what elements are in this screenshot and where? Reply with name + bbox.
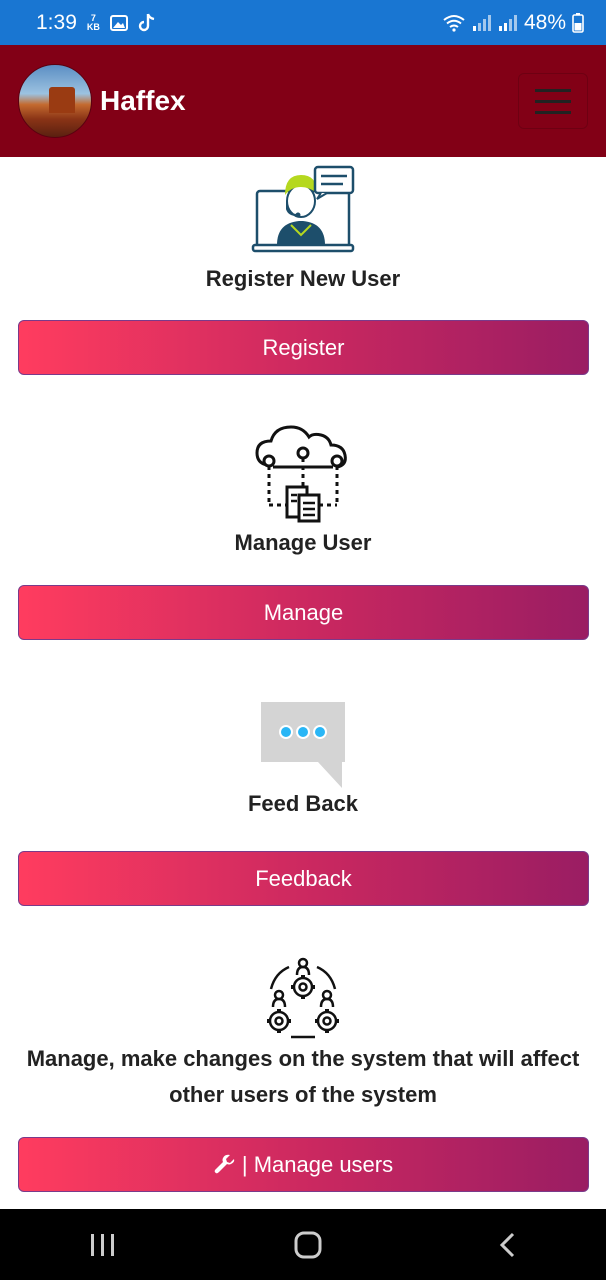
support-agent-icon [251, 165, 355, 253]
system-nav-bar [0, 1209, 606, 1280]
brand-logo[interactable] [18, 64, 92, 138]
back-icon[interactable] [498, 1231, 518, 1259]
section-title: Manage, make changes on the system that … [26, 1046, 580, 1107]
register-button[interactable]: Register [18, 320, 589, 375]
signal-icon [472, 14, 491, 31]
battery-icon [572, 12, 584, 33]
feedback-section: Feed Back [0, 700, 606, 822]
wifi-icon [443, 14, 465, 32]
home-icon[interactable] [293, 1230, 323, 1260]
signal-icon-2 [498, 14, 517, 31]
system-management-section: Manage, make changes on the system that … [0, 955, 606, 1113]
manage-button[interactable]: Manage [18, 585, 589, 640]
team-gears-icon [267, 957, 339, 1039]
section-title: Register New User [205, 266, 401, 291]
manage-users-button[interactable]: | Manage users [18, 1137, 589, 1192]
chat-bubble-icon [261, 702, 345, 788]
menu-icon-bar [535, 88, 571, 92]
menu-icon-bar [535, 99, 571, 103]
recent-apps-icon[interactable] [88, 1232, 118, 1258]
menu-icon[interactable] [518, 73, 588, 129]
wrench-icon [214, 1154, 235, 1173]
tiktok-icon [138, 13, 155, 31]
data-speed-unit: KB [86, 21, 100, 32]
cloud-network-icon [255, 425, 347, 523]
register-section: Register New User [0, 165, 606, 297]
app-header: Haffex [0, 45, 606, 157]
brand-name[interactable]: Haffex [100, 85, 186, 117]
status-time: 1:39 [36, 10, 77, 34]
logo-butte-shape [49, 87, 75, 113]
feedback-button[interactable]: Feedback [18, 851, 589, 906]
manage-user-section: Manage User [0, 425, 606, 561]
data-speed-indicator: 7 KB [86, 13, 100, 32]
manage-users-label: | Manage users [241, 1151, 394, 1177]
menu-icon-bar [535, 110, 571, 114]
battery-percent: 48% [523, 10, 566, 34]
status-bar: 1:39 7 KB 48% [0, 0, 606, 45]
gallery-icon [109, 14, 128, 31]
section-title: Feed Back [247, 791, 359, 816]
section-title: Manage User [234, 530, 372, 555]
